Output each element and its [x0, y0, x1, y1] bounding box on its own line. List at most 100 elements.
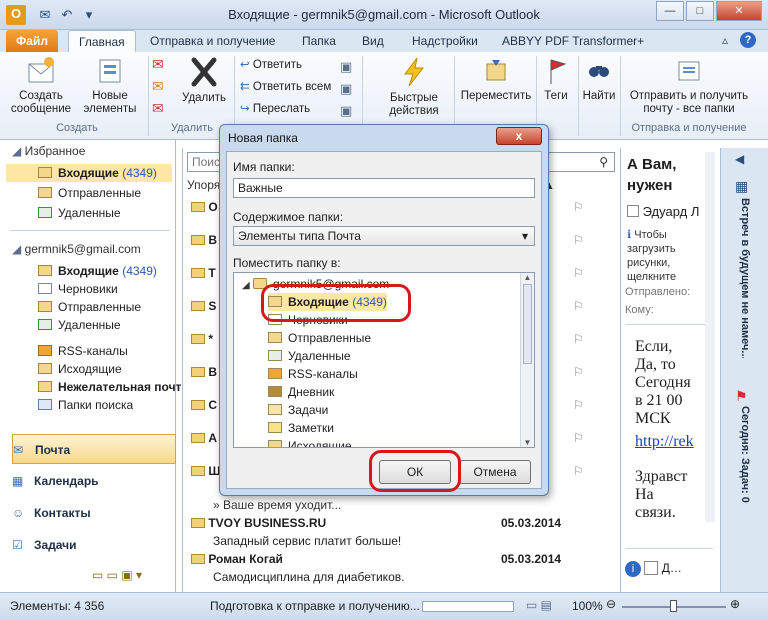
tree-folder[interactable]: Исходящие — [268, 437, 352, 447]
account-header[interactable]: ◢ germnik5@gmail.com — [12, 242, 141, 256]
forward-icon: ↪ — [240, 103, 250, 115]
folder-inbox[interactable]: Входящие (4349) — [6, 262, 174, 280]
move-folder-icon — [486, 60, 506, 81]
list-item[interactable]: TVOY BUSINESS.RU 05.03.2014 — [183, 516, 617, 534]
view-icons[interactable]: ▭ ▤ — [526, 598, 552, 612]
module-contacts[interactable]: ☺ Контакты — [12, 498, 176, 528]
list-item-subject: Самодисциплина для диабетиков. — [213, 570, 405, 584]
group-create-label: Создать — [56, 122, 98, 134]
sort-header[interactable]: Упоря — [187, 178, 220, 192]
dialog-body: Имя папки: Важные Содержимое папки: Элем… — [226, 151, 542, 492]
zoom-out-icon[interactable]: ⊖ — [606, 597, 616, 611]
tab-abbyy[interactable]: ABBYY PDF Transformer+ — [492, 30, 654, 52]
forward-button[interactable]: ↪ Переслать — [240, 98, 310, 120]
folder-rss[interactable]: RSS-каналы — [6, 342, 174, 360]
reply-button[interactable]: ↩ Ответить — [240, 54, 302, 76]
reading-pane: А Вам, нужен Эдуард Л ℹ Чтобы загрузить … — [620, 148, 716, 592]
new-folder-dialog: Новая папка x Имя папки: Важные Содержим… — [219, 124, 549, 496]
flag-icon — [550, 59, 567, 84]
message-link[interactable]: http://rek — [635, 433, 694, 451]
message-subject: А Вам, нужен — [627, 156, 677, 194]
quick-steps-button[interactable]: Быстрые действия — [380, 56, 448, 118]
ribbon-minimize-icon[interactable]: ▵ — [722, 33, 728, 47]
new-items-button[interactable]: Новые элементы — [76, 56, 144, 116]
help-icon[interactable]: ? — [740, 32, 756, 48]
folder-drafts[interactable]: Черновики — [6, 280, 174, 298]
module-tasks[interactable]: ☑ Задачи — [12, 530, 176, 560]
tags-button[interactable]: Теги — [540, 56, 572, 103]
reply-all-button[interactable]: ⇇ Ответить всем — [240, 76, 331, 98]
more-respond-icons[interactable]: ▣ ▣ ▣ — [340, 56, 352, 122]
tab-send-receive[interactable]: Отправка и получение — [140, 30, 285, 52]
reply-icon: ↩ — [240, 59, 250, 71]
folder-outbox[interactable]: Исходящие — [6, 360, 174, 378]
delete-button[interactable]: Удалить — [180, 56, 228, 105]
list-item[interactable]: Роман Когай 05.03.2014 — [183, 552, 617, 570]
dialog-close-button[interactable]: x — [496, 127, 542, 145]
create-message-button[interactable]: Создать сообщение — [10, 56, 72, 116]
envelope-icon — [191, 466, 205, 476]
send-receive-all-button[interactable]: Отправить и получить почту - все папки — [624, 56, 754, 116]
folder-content-select[interactable]: Элементы типа Почта ▾ — [233, 226, 535, 246]
todo-tasks: Сегодня: Задач: 0 — [739, 406, 751, 503]
nav-shortcut-icons[interactable]: ▭ ▭ ▣ ▾ — [92, 568, 142, 582]
chevron-down-icon: ▾ — [521, 229, 528, 243]
zoom-in-icon[interactable]: ⊕ — [730, 597, 740, 611]
tab-folder[interactable]: Папка — [292, 30, 346, 52]
message-body-2: Здравст На связи. — [635, 468, 687, 522]
tab-view[interactable]: Вид — [352, 30, 394, 52]
minimize-button[interactable]: — — [656, 1, 684, 21]
flag-icon: ⚐ — [573, 233, 584, 247]
new-message-icon — [28, 57, 54, 83]
tree-folder[interactable]: Отправленные — [268, 329, 371, 347]
fav-sent[interactable]: Отправленные — [6, 184, 174, 202]
folder-location-label: Поместить папку в: — [233, 256, 341, 270]
tree-folder[interactable]: Задачи — [268, 401, 328, 419]
sent-label: Отправлено: — [625, 286, 691, 298]
todo-flag-icon: ⚑ — [735, 388, 748, 404]
maximize-button[interactable]: □ — [686, 1, 714, 21]
fav-inbox[interactable]: Входящие (4349) — [6, 164, 172, 182]
people-pane[interactable]: i Д… — [625, 548, 713, 588]
folder-search[interactable]: Папки поиска — [6, 396, 174, 414]
tab-home[interactable]: Главная — [68, 30, 136, 52]
tree-folder[interactable]: Дневник — [268, 383, 334, 401]
folder-junk[interactable]: Нежелательная почт — [6, 378, 181, 396]
highlight-ring-ok — [369, 450, 461, 492]
body-line: Если, — [635, 338, 673, 355]
close-button[interactable]: ✕ — [716, 1, 762, 21]
tree-folder[interactable]: RSS-каналы — [268, 365, 358, 383]
tree-folder[interactable]: Заметки — [268, 419, 334, 437]
folder-sent[interactable]: Отправленные — [6, 298, 174, 316]
body-line: в 21 00 — [635, 392, 683, 409]
cancel-button[interactable]: Отмена — [459, 460, 531, 484]
tree-folder[interactable]: Удаленные — [268, 347, 351, 365]
todo-bar[interactable]: ◀ ▦ Встреч в будущем не намеч... ⚑ Сегод… — [720, 148, 768, 592]
sync-status: Подготовка к отправке и получению... — [210, 599, 420, 613]
tab-file[interactable]: Файл — [6, 30, 58, 52]
fav-deleted[interactable]: Удаленные — [6, 204, 174, 222]
zoom-level[interactable]: 100% — [572, 599, 603, 613]
body-line: На — [635, 486, 654, 503]
reading-scrollbar[interactable] — [705, 152, 715, 522]
module-mail[interactable]: ✉ Почта — [12, 434, 176, 464]
folder-deleted[interactable]: Удаленные — [6, 316, 174, 334]
to-label: Кому: — [625, 304, 654, 316]
favorites-header[interactable]: ◢ Избранное — [12, 144, 85, 158]
envelope-icon — [191, 268, 205, 278]
ignore-cleanup-icons[interactable]: ✉ ✉ ✉ — [152, 56, 174, 122]
tab-addins[interactable]: Надстройки — [402, 30, 488, 52]
download-pictures-info[interactable]: ℹ Чтобы загрузить рисунки, щелкните — [627, 228, 709, 284]
find-button[interactable]: Найти — [582, 56, 616, 103]
send-receive-icon — [678, 61, 700, 81]
tree-scrollbar[interactable]: ▲ ▼ — [520, 273, 534, 447]
module-calendar[interactable]: ▦ Календарь — [12, 466, 176, 496]
window-title: Входящие - germnik5@gmail.com - Microsof… — [228, 7, 540, 22]
folder-name-input[interactable]: Важные — [233, 178, 535, 198]
zoom-thumb[interactable] — [670, 600, 677, 612]
move-button[interactable]: Переместить — [460, 56, 532, 103]
flag-icon: ⚐ — [573, 431, 584, 445]
message-sender: Эдуард Л — [627, 204, 699, 219]
envelope-icon — [191, 367, 205, 377]
title-bar: O ✉ ↶ ▾ Входящие - germnik5@gmail.com - … — [0, 0, 768, 30]
